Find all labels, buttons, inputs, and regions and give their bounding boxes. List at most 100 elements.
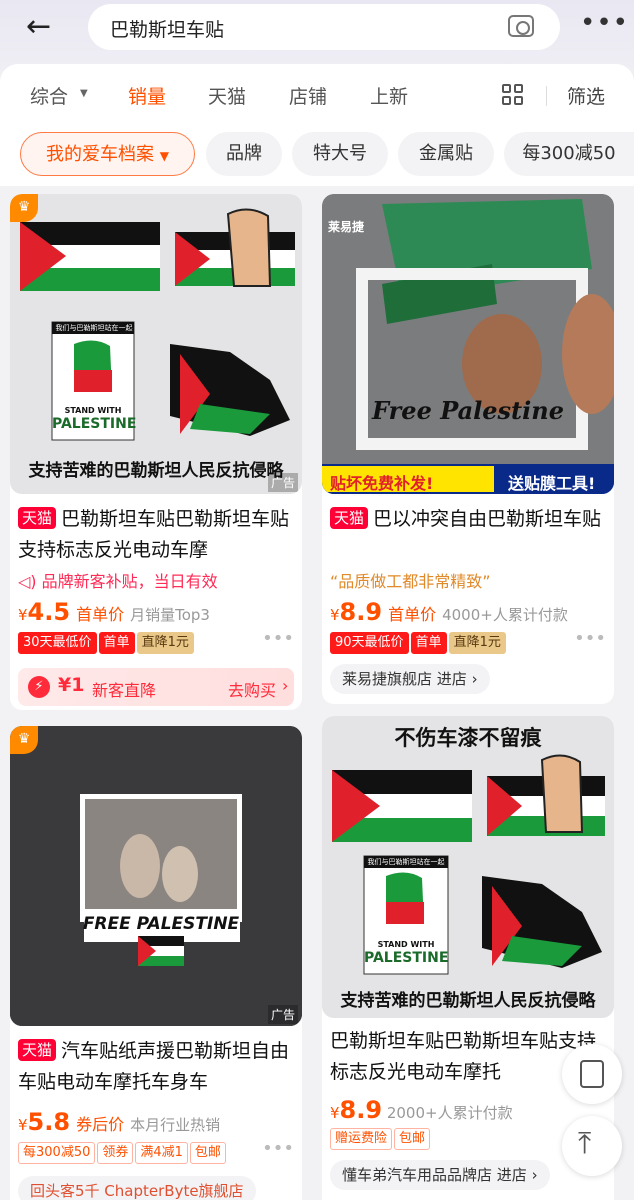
top-bar: ← 巴勒斯坦车贴 •••: [0, 0, 634, 70]
price-label: 首单价: [388, 605, 437, 624]
product-card-3[interactable]: FREE PALESTINE ♛ 广告 天猫 汽车贴纸声援巴勒斯坦自由车贴电动车摩…: [10, 726, 302, 1200]
promo-line: ◁) 品牌新客补贴，当日有效: [18, 568, 218, 592]
price-yen: ¥: [330, 606, 340, 624]
banner-left: 贴坏免费补发!: [330, 474, 434, 493]
shop-link[interactable]: 莱易捷旗舰店 进店 ›: [330, 664, 490, 694]
tag-first-order: 首单: [410, 632, 447, 654]
product-title: 天猫 巴以冲突自由巴勒斯坦车贴: [330, 504, 612, 566]
price-label: 首单价: [76, 605, 125, 624]
more-dots-icon[interactable]: •••: [262, 628, 294, 649]
tag-lowest-price: 30天最低价: [18, 632, 97, 654]
product-image: 我们与巴勒斯坦站在一起 STAND WITH PALESTINE 支持苦难的巴勒…: [10, 194, 302, 494]
shop-link[interactable]: 懂车弟汽车用品品牌店 进店 ›: [330, 1160, 550, 1190]
sticker-art: [332, 754, 605, 975]
price-yen: ¥: [18, 606, 28, 624]
sales-text: 4000+人累计付款: [442, 606, 568, 624]
image-caption: 支持苦难的巴勒斯坦人民反抗侵略: [340, 991, 596, 1011]
tag-shipping-insurance: 赠运费险: [330, 1128, 393, 1150]
shop-name: 莱易捷旗舰店 进店: [342, 670, 467, 688]
tag-discount: 直降1元: [448, 632, 506, 654]
image-caption: 支持苦难的巴勒斯坦人民反抗侵略: [28, 461, 284, 481]
sales-text: 2000+人累计付款: [386, 1104, 513, 1122]
banner-right: 送贴膜工具!: [508, 474, 596, 493]
tag-discount: 每300减50: [18, 1142, 96, 1164]
coupon-amount: ¥1: [58, 674, 85, 696]
tag-row: 赠运费险 包邮: [330, 1128, 432, 1150]
price: 8.9: [339, 598, 383, 626]
crown-icon: ♛: [10, 194, 38, 222]
chevron-right-icon: ›: [282, 676, 289, 695]
price: 4.5: [27, 598, 71, 626]
feedback-button[interactable]: [562, 1044, 622, 1104]
sort-sales[interactable]: 销量: [128, 82, 166, 109]
review-quote: “品质做工都非常精致”: [330, 572, 491, 591]
chip-brand[interactable]: 品牌: [206, 132, 282, 176]
search-input[interactable]: 巴勒斯坦车贴: [88, 4, 560, 50]
product-image: 莱易捷 Free Palestine 贴坏免费补发! 送贴膜工具!: [322, 194, 614, 494]
sticker-stand: STAND WITH: [64, 406, 122, 415]
more-dots-icon[interactable]: •••: [262, 1138, 294, 1159]
flag-fist-image: [175, 208, 295, 287]
title-text: 巴以冲突自由巴勒斯坦车贴: [373, 508, 602, 530]
speaker-icon: ◁): [18, 572, 37, 591]
product-image: 不伤车漆不留痕 我们与巴勒斯坦站在一起 STAND WITH PALESTINE…: [322, 716, 614, 1018]
grid-view-icon[interactable]: [502, 84, 524, 106]
shop-link[interactable]: 回头客5千 ChapterByte旗舰店: [18, 1176, 256, 1200]
price-row: ¥8.9 首单价 4000+人累计付款: [330, 598, 568, 626]
chevron-right-icon: ›: [471, 670, 478, 688]
caret-down-icon: ▼: [159, 149, 169, 163]
more-dots-icon[interactable]: •••: [574, 628, 606, 649]
tag-coupon: 领券: [97, 1142, 134, 1164]
sticker-stand: STAND WITH: [377, 940, 435, 949]
sort-tmall[interactable]: 天猫: [208, 82, 246, 109]
chip-discount[interactable]: 每300减50: [504, 132, 634, 176]
title-text: 巴勒斯坦车贴巴勒斯坦车贴支持标志反光电动车摩: [18, 508, 290, 561]
sticker-art: [20, 208, 295, 441]
image-caption: Free Palestine: [372, 396, 564, 425]
more-icon[interactable]: •••: [580, 8, 629, 38]
coupon-bar[interactable]: ⚡ ¥1 新客直降 去购买 ›: [18, 668, 294, 706]
filter-button[interactable]: 筛选: [567, 82, 605, 109]
sort-comprehensive[interactable]: 综合: [30, 82, 68, 109]
tmall-badge: 天猫: [18, 1039, 57, 1061]
back-to-top-button[interactable]: ⤒: [562, 1116, 622, 1176]
chevron-right-icon: ›: [531, 1166, 538, 1184]
lightning-icon: ⚡: [28, 676, 50, 698]
tmall-badge: 天猫: [18, 507, 57, 529]
tag-row: 每300减50 领券 满4减1 包邮: [18, 1142, 228, 1164]
tag-free-shipping: 包邮: [394, 1128, 431, 1150]
camera-icon[interactable]: [508, 15, 534, 37]
promo-text: 品牌新客补贴，当日有效: [41, 572, 218, 591]
sort-new[interactable]: 上新: [370, 82, 408, 109]
sort-shop[interactable]: 店铺: [289, 82, 327, 109]
sticker-palestine: PALESTINE: [364, 950, 449, 966]
sales-text: 本月行业热销: [130, 1116, 221, 1134]
sales-text: 月销量Top3: [130, 606, 210, 624]
chip-extra-large[interactable]: 特大号: [292, 132, 388, 176]
sticker-header: 我们与巴勒斯坦站在一起: [55, 324, 133, 332]
tag-first-order: 首单: [98, 632, 135, 654]
crown-icon: ♛: [10, 726, 38, 754]
ad-label: 广告: [267, 473, 298, 492]
tag-bulk: 满4减1: [135, 1142, 188, 1164]
product-card-1[interactable]: 我们与巴勒斯坦站在一起 STAND WITH PALESTINE 支持苦难的巴勒…: [10, 194, 302, 710]
chip-my-car[interactable]: 我的爱车档案 ▼: [20, 132, 195, 176]
buy-button[interactable]: 去购买: [228, 677, 276, 701]
chip-metal[interactable]: 金属贴: [398, 132, 494, 176]
edit-icon: [580, 1060, 604, 1088]
map-sticker: [170, 344, 290, 436]
back-arrow-icon[interactable]: ←: [26, 10, 60, 44]
image-top-caption: 不伤车漆不留痕: [394, 726, 542, 750]
product-card-2[interactable]: 莱易捷 Free Palestine 贴坏免费补发! 送贴膜工具! 天猫 巴以冲突…: [322, 194, 614, 704]
tag-row: 30天最低价 首单 直降1元: [18, 632, 196, 654]
filter-chips: 我的爱车档案 ▼ 品牌 特大号 金属贴 每300减50: [0, 126, 634, 186]
price-row: ¥8.9 2000+人累计付款: [330, 1096, 513, 1124]
caret-down-icon: ▼: [80, 88, 88, 99]
tag-discount: 直降1元: [136, 632, 194, 654]
chip-label: 我的爱车档案: [46, 144, 155, 165]
price-yen: ¥: [18, 1116, 28, 1134]
price-yen: ¥: [330, 1104, 340, 1122]
brand-logo: 莱易捷: [328, 220, 365, 234]
tmall-badge: 天猫: [330, 507, 369, 529]
price: 5.8: [27, 1108, 71, 1136]
